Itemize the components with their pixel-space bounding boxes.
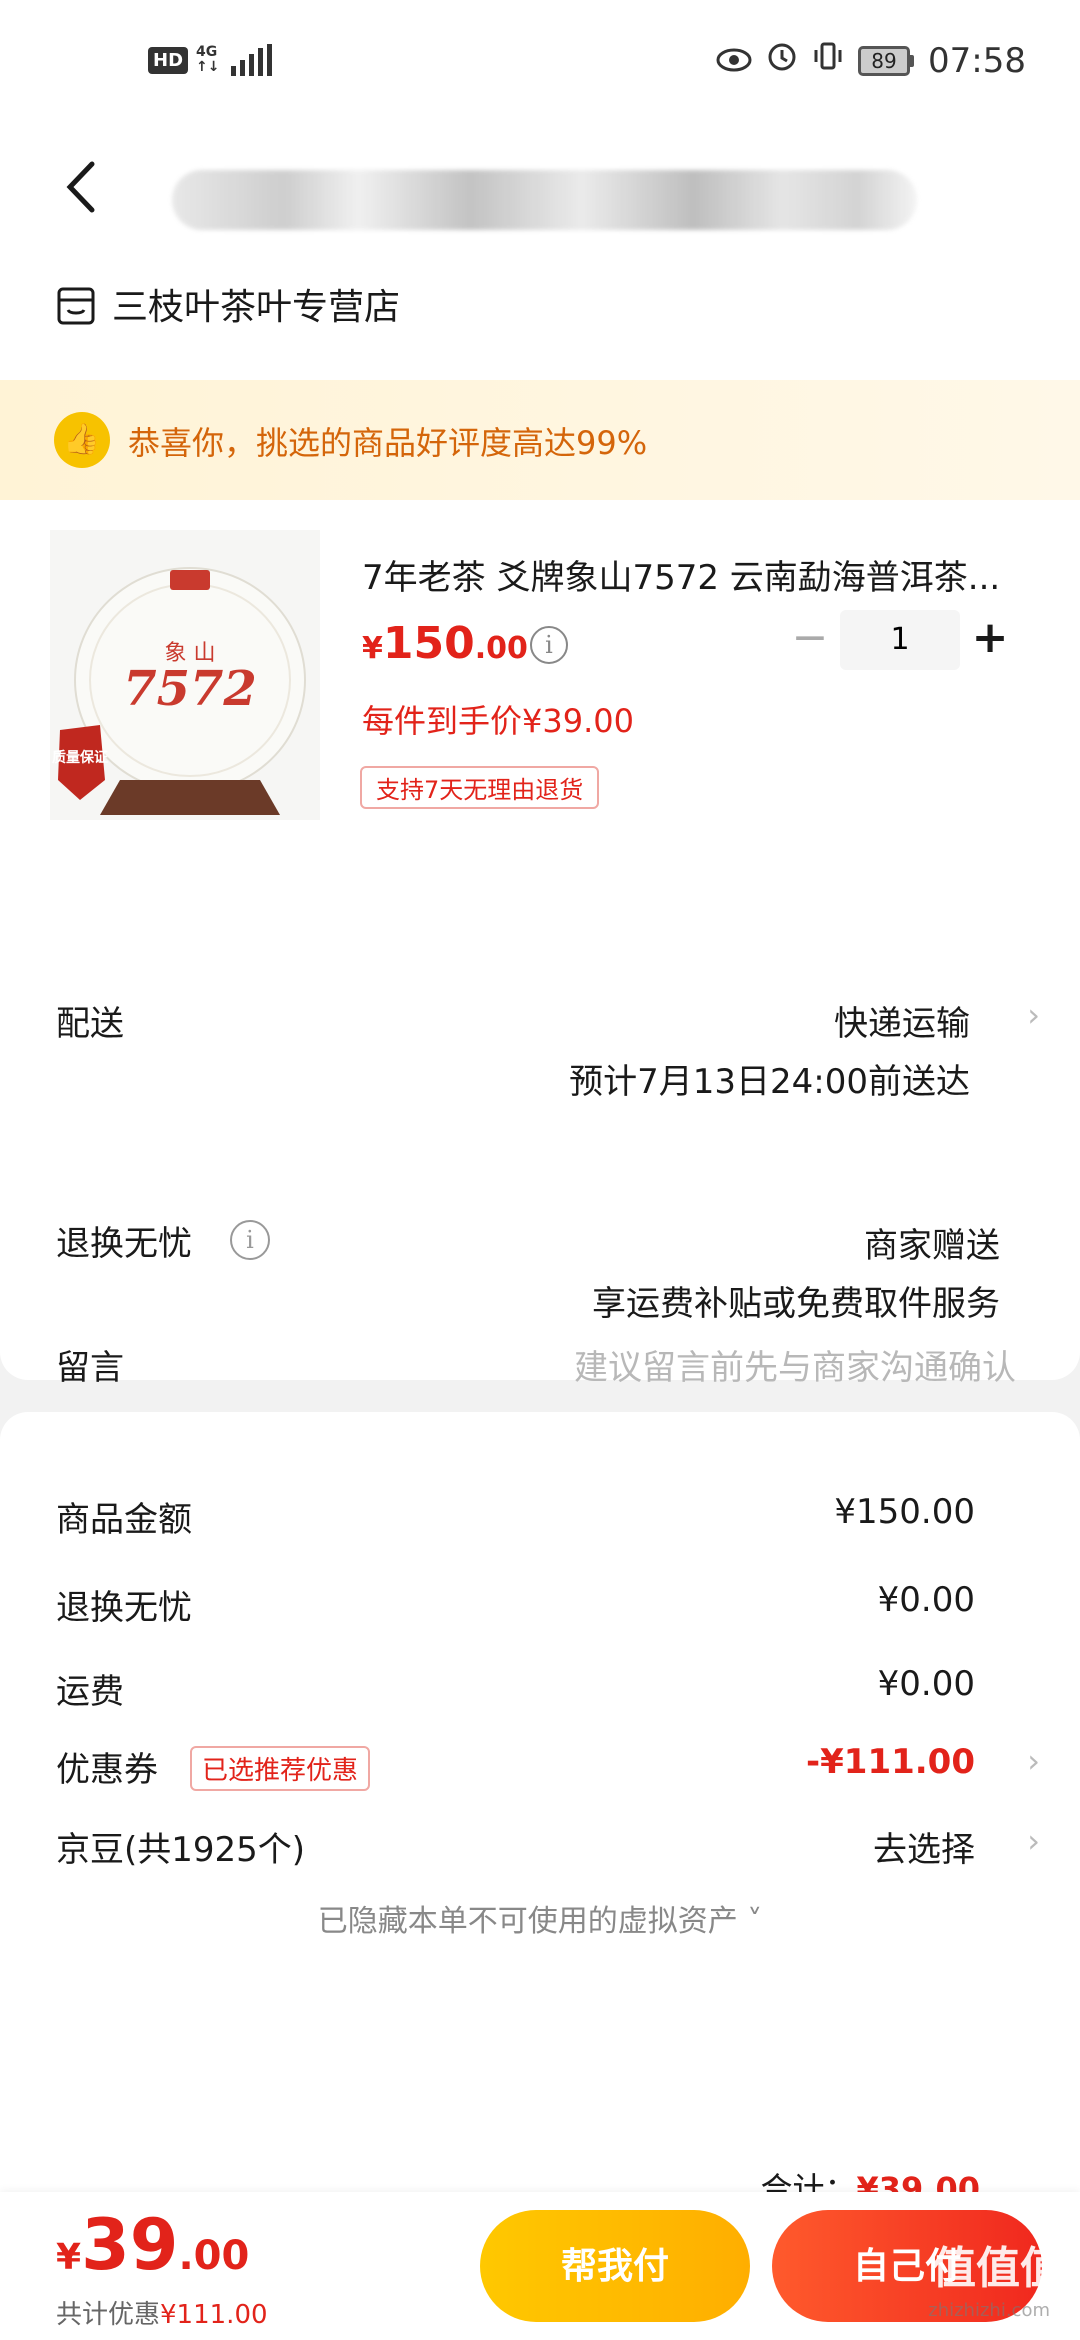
product-title[interactable]: 7年老茶 爻牌象山7572 云南勐海普洱茶...	[362, 550, 1042, 599]
alarm-icon	[766, 40, 798, 81]
watermark: 值值值	[932, 2243, 1064, 2294]
jd-beans-label: 京豆(共1925个)	[56, 1830, 306, 1870]
battery-level: 89	[858, 45, 911, 76]
goods-amount-value: ¥150.00	[834, 1492, 975, 1532]
decrease-button[interactable]: −	[780, 610, 840, 670]
status-bar: HD 4G ↑↓ 89 07:58	[0, 0, 1080, 130]
delivery-method[interactable]: 快递运输	[834, 996, 970, 1045]
increase-button[interactable]: +	[960, 610, 1020, 670]
shipping-value: ¥0.00	[877, 1664, 975, 1704]
thumbs-up-icon: 👍	[54, 412, 110, 468]
hidden-assets-toggle[interactable]: 已隐藏本单不可使用的虚拟资产 ˅	[0, 1896, 1080, 1940]
worry-free-label: 退换无忧	[56, 1224, 192, 1264]
status-left: HD 4G ↑↓	[148, 44, 273, 76]
order-card: 象 山 7572 质量保证 7年老茶 爻牌象山7572 云南勐海普洱茶... ¥…	[0, 500, 1080, 1388]
price-info-icon[interactable]: i	[530, 626, 568, 664]
delivery-eta: 预计7月13日24:00前送达	[569, 1062, 970, 1102]
message-input[interactable]: 建议留言前先与商家沟通确认	[574, 1340, 1016, 1389]
worry-free-desc: 享运费补贴或免费取件服务	[592, 1284, 1000, 1324]
network-type: 4G	[196, 44, 218, 60]
checkout-bar: ¥39.00 共计优惠¥111.00 帮我付 自己付	[0, 2192, 1080, 2340]
coupon-tag: 已选推荐优惠	[190, 1746, 371, 1791]
banner-text: 恭喜你，挑选的商品好评度高达99%	[128, 424, 648, 462]
eye-icon	[716, 41, 752, 81]
product-image[interactable]: 象 山 7572 质量保证	[50, 530, 320, 820]
return-policy-tag: 支持7天无理由退货	[360, 766, 600, 809]
chevron-right-icon[interactable]: ›	[1027, 996, 1040, 1034]
worry-free-value: 商家赠送	[864, 1226, 1000, 1266]
chevron-left-icon	[66, 161, 95, 213]
rating-banner: 👍 恭喜你，挑选的商品好评度高达99%	[0, 380, 1080, 500]
battery-icon: 89	[858, 45, 915, 76]
store-icon	[57, 287, 95, 325]
unit-price: 每件到手价¥39.00	[362, 702, 634, 740]
back-button[interactable]	[56, 152, 116, 222]
message-label: 留言	[56, 1348, 124, 1388]
watermark-url: zhizhizhi.com	[928, 2300, 1050, 2321]
store-name: 三枝叶茶叶专营店	[112, 287, 401, 328]
hd-badge: HD	[148, 46, 189, 74]
goods-amount-label: 商品金额	[56, 1500, 192, 1540]
status-right: 89 07:58	[716, 40, 1026, 81]
chevron-right-icon[interactable]: ›	[1027, 1822, 1040, 1860]
summary-card: 商品金额 ¥150.00 退换无忧 ¥0.00 运费 ¥0.00 优惠券 已选推…	[0, 1412, 1080, 2208]
network-arrows: ↑↓	[196, 59, 220, 75]
address-redacted[interactable]	[172, 170, 917, 230]
coupon-value[interactable]: -¥111.00	[806, 1742, 975, 1782]
quantity-input[interactable]	[840, 610, 960, 670]
clock: 07:58	[928, 40, 1026, 81]
worry-fee-label: 退换无忧	[56, 1588, 192, 1628]
product-image-label: 7572	[123, 661, 257, 717]
chevron-right-icon[interactable]: ›	[1027, 1742, 1040, 1780]
help-pay-button[interactable]: 帮我付	[480, 2210, 750, 2322]
worry-free-info-icon[interactable]: i	[230, 1220, 270, 1260]
vibrate-icon	[812, 40, 844, 81]
quality-badge: 质量保证	[52, 749, 108, 766]
shipping-label: 运费	[56, 1672, 124, 1712]
delivery-label: 配送	[56, 1004, 124, 1044]
signal-icon	[231, 44, 273, 76]
network-indicator: 4G ↑↓	[196, 45, 219, 75]
store-row[interactable]: 三枝叶茶叶专营店	[0, 250, 1080, 380]
worry-fee-value: ¥0.00	[877, 1580, 975, 1620]
product-price: ¥150.00	[362, 618, 528, 669]
final-price: ¥39.00	[56, 2204, 250, 2286]
quantity-stepper: − +	[780, 610, 1020, 670]
nav-bar	[0, 130, 1080, 250]
total-discount: 共计优惠¥111.00	[56, 2300, 268, 2330]
jd-beans-select[interactable]: 去选择	[873, 1822, 975, 1871]
coupon-label: 优惠券	[56, 1750, 158, 1790]
